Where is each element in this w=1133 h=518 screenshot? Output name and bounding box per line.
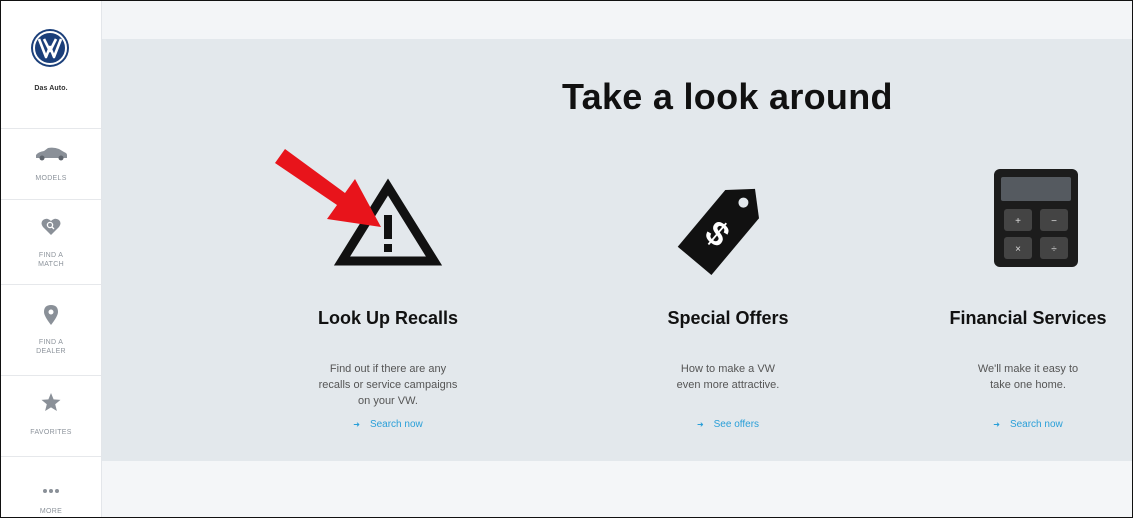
link-label: Search now [369, 419, 423, 430]
search-now-link[interactable]: ➜ Search now [908, 419, 1132, 430]
sidebar-item-more[interactable]: MORE [1, 456, 101, 517]
main-content: Take a look around Look Up Recalls Find … [102, 1, 1132, 517]
see-offers-link[interactable]: ➜ See offers [608, 419, 848, 430]
arrow-right-icon: ➜ [696, 420, 704, 429]
sidebar-item-label: FIND A DEALER [36, 339, 66, 355]
star-icon [41, 393, 61, 411]
card-title: Financial Services [949, 308, 1107, 328]
calculator-icon: + − × ÷ [994, 169, 1078, 267]
arrow-right-icon: ➜ [993, 420, 1000, 429]
heart-search-icon [41, 218, 61, 235]
sidebar-item-favorites[interactable]: FAVORITES [1, 375, 101, 456]
svg-text:+: + [1015, 216, 1021, 227]
vw-logo-link[interactable]: Das Auto. [1, 1, 101, 127]
sidebar-item-label: MODELS [35, 175, 67, 182]
svg-text:÷: ÷ [1051, 244, 1057, 255]
card-description: Find out if there are any recalls or ser… [318, 363, 458, 407]
annotation-arrow-icon [275, 149, 381, 227]
lower-section [102, 461, 1132, 517]
card-description: We'll make it easy to take one home. [977, 363, 1079, 391]
browser-viewport: Das Auto. MODELS FIND A MATCH FIND A DEA… [0, 0, 1133, 518]
hero-top-band [102, 1, 1132, 39]
sidebar-item-find-a-dealer[interactable]: FIND A DEALER [1, 284, 101, 375]
location-pin-icon [44, 305, 58, 325]
price-tag-icon: $ [677, 188, 759, 275]
link-label: Search now [1009, 419, 1063, 430]
sidebar: Das Auto. MODELS FIND A MATCH FIND A DEA… [1, 1, 102, 517]
car-icon [36, 147, 67, 161]
card-description: How to make a VW even more attractive. [676, 363, 780, 391]
svg-text:×: × [1015, 244, 1021, 255]
arrow-right-icon: ➜ [353, 420, 360, 429]
search-now-link[interactable]: ➜ Search now [268, 419, 508, 430]
sidebar-item-models[interactable]: MODELS [1, 128, 101, 199]
card-title: Look Up Recalls [317, 308, 459, 328]
brand-tagline: Das Auto. [34, 85, 68, 92]
svg-text:−: − [1051, 216, 1057, 227]
link-label: See offers [713, 419, 760, 430]
vw-logo-icon [31, 29, 69, 67]
card-title: Special Offers [667, 308, 789, 328]
sidebar-item-label: MORE [39, 508, 63, 515]
sidebar-item-label: FIND A MATCH [38, 252, 64, 268]
more-dots-icon [43, 489, 59, 493]
sidebar-item-find-a-match[interactable]: FIND A MATCH [1, 199, 101, 284]
page-title: Take a look around [562, 76, 893, 117]
sidebar-item-label: FAVORITES [30, 429, 72, 436]
